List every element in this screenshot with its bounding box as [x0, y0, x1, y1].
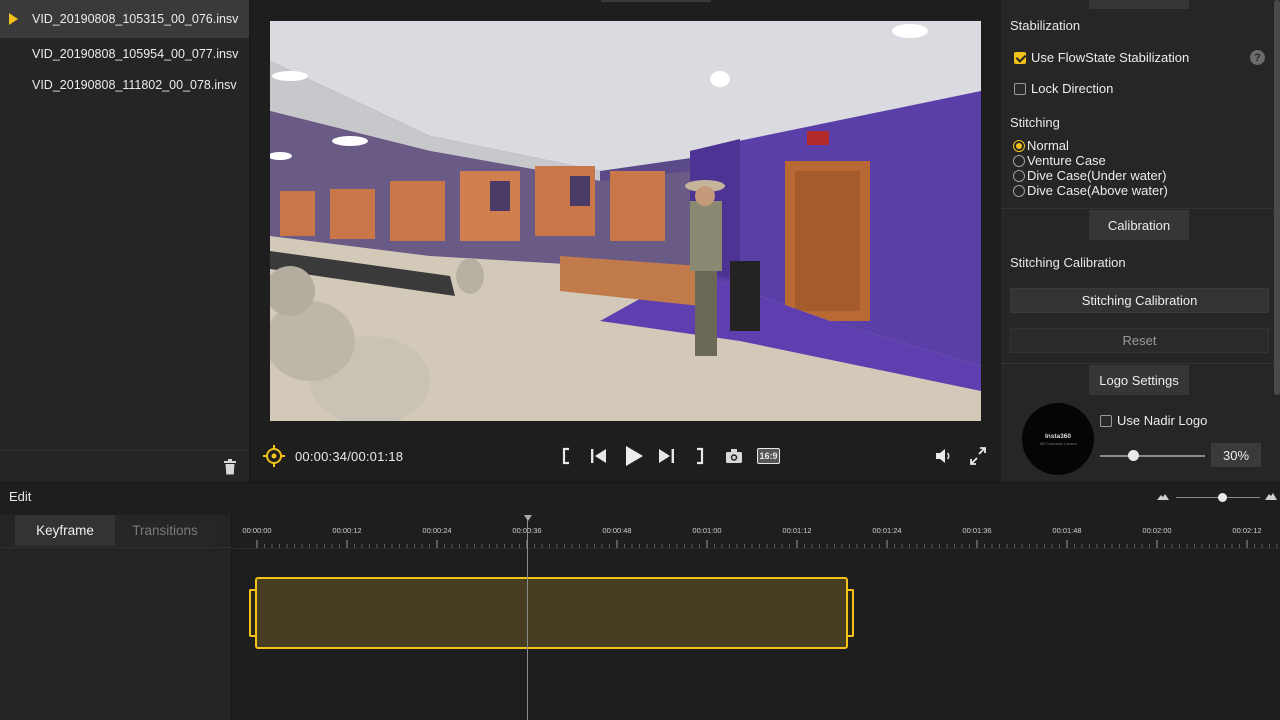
ruler-tick-label: 00:01:36 [962, 526, 992, 535]
lock-direction-checkbox-row[interactable]: Lock Direction [1014, 81, 1113, 96]
lock-direction-checkbox[interactable] [1014, 82, 1026, 95]
file-name: VID_20190808_105954_00_077.insv [32, 46, 239, 61]
stabilization-heading: Stabilization [1010, 18, 1081, 33]
lock-direction-label: Lock Direction [1031, 81, 1114, 96]
ruler-tick-label: 00:02:00 [1142, 526, 1172, 535]
keyframe-panel: Keyframe Transitions [0, 515, 232, 720]
playhead[interactable] [527, 515, 528, 720]
flowstate-checkbox-row[interactable]: Use FlowState Stabilization [1014, 50, 1189, 65]
reset-button[interactable]: Reset [1010, 328, 1269, 353]
stitching-option-label: Venture Case [1027, 153, 1106, 168]
edit-label: Edit [9, 489, 32, 504]
ruler-tick-label: 00:00:24 [422, 526, 452, 535]
zoom-in-icon[interactable] [1265, 493, 1277, 501]
calibration-section-tab[interactable]: Calibration [1089, 210, 1189, 240]
stitching-calibration-button[interactable]: Stitching Calibration [1010, 288, 1269, 313]
ruler-tick-label: 00:00:12 [332, 526, 362, 535]
timeline-zoom-handle[interactable] [1218, 493, 1227, 502]
help-icon[interactable]: ? [1250, 50, 1265, 65]
playhead-handle[interactable] [524, 515, 532, 521]
file-item[interactable]: VID_20190808_111802_00_078.insv [0, 69, 249, 100]
playing-indicator-icon [9, 13, 18, 25]
radio-button[interactable] [1013, 154, 1025, 167]
play-icon[interactable] [623, 444, 645, 468]
top-tab [601, 0, 711, 2]
radio-button[interactable] [1013, 139, 1025, 152]
settings-scrollbar[interactable] [1274, 0, 1280, 395]
edit-toolbar: Edit [0, 482, 1280, 515]
ruler-tick-label: 00:00:48 [602, 526, 632, 535]
mark-in-icon[interactable] [560, 446, 572, 466]
locate-icon[interactable] [263, 445, 285, 467]
ruler-tick-label: 00:01:48 [1052, 526, 1082, 535]
ruler-tick-label: 00:00:00 [242, 526, 272, 535]
file-name: VID_20190808_111802_00_078.insv [32, 77, 237, 92]
logo-size-slider-handle[interactable] [1128, 450, 1139, 461]
volume-icon[interactable] [935, 446, 953, 466]
stitching-option-label: Dive Case(Under water) [1027, 168, 1167, 183]
previous-icon[interactable] [589, 446, 609, 466]
logo-size-slider[interactable] [1100, 455, 1205, 457]
file-list-footer [0, 450, 249, 482]
tab-keyframe[interactable]: Keyframe [15, 515, 115, 546]
ruler-tick-label: 00:01:24 [872, 526, 902, 535]
nadir-logo-preview: Insta360 360 Panoramic Camera [1022, 403, 1094, 475]
aspect-ratio-button[interactable]: 16:9 [757, 448, 780, 464]
file-name: VID_20190808_105315_00_076.insv [32, 12, 239, 26]
ruler-tick-label: 00:01:00 [692, 526, 722, 535]
video-preview[interactable] [270, 21, 981, 421]
divider [1001, 208, 1274, 209]
fullscreen-icon[interactable] [969, 446, 987, 466]
logo-size-input[interactable]: 30% [1211, 443, 1261, 467]
video-clip[interactable] [255, 577, 848, 649]
trash-icon[interactable] [223, 459, 237, 475]
flowstate-label: Use FlowState Stabilization [1031, 50, 1190, 65]
stitching-option-dive-above[interactable]: Dive Case(Above water) [1013, 183, 1168, 198]
stitching-heading: Stitching [1010, 115, 1060, 130]
logo-brand-text: Insta360 [1044, 432, 1072, 440]
logo-sub-text: 360 Panoramic Camera [1039, 441, 1077, 446]
nadir-logo-label: Use Nadir Logo [1117, 413, 1208, 428]
timeline[interactable]: 00:00:0000:00:1200:00:2400:00:3600:00:48… [233, 515, 1280, 720]
ruler-tick-label: 00:02:12 [1232, 526, 1262, 535]
preview-panel: 00:00:34/00:01:18 16:9 [251, 0, 1000, 482]
next-icon[interactable] [656, 446, 676, 466]
clip-trim-right-handle[interactable] [848, 589, 854, 637]
nadir-logo-checkbox-row[interactable]: Use Nadir Logo [1100, 413, 1207, 428]
divider [233, 548, 1280, 549]
mark-out-icon[interactable] [694, 446, 706, 466]
logo-settings-section-tab[interactable]: Logo Settings [1089, 365, 1189, 395]
stitching-option-normal[interactable]: Normal [1013, 138, 1069, 153]
file-item[interactable]: VID_20190808_105954_00_077.insv [0, 38, 249, 69]
timecode: 00:00:34/00:01:18 [295, 449, 404, 464]
divider [0, 547, 232, 548]
snapshot-icon[interactable] [725, 446, 743, 466]
settings-tab[interactable] [1089, 0, 1189, 9]
nadir-logo-checkbox[interactable] [1100, 414, 1112, 427]
radio-button[interactable] [1013, 184, 1025, 197]
stitching-calibration-heading: Stitching Calibration [1010, 255, 1126, 270]
divider [1001, 363, 1274, 364]
settings-panel: Stabilization Use FlowState Stabilizatio… [1001, 0, 1280, 482]
stitching-option-label: Dive Case(Above water) [1027, 183, 1168, 198]
file-list-panel: VID_20190808_105315_00_076.insv VID_2019… [0, 0, 250, 482]
radio-button[interactable] [1013, 169, 1025, 182]
stitching-option-label: Normal [1027, 138, 1069, 153]
player-controls: 00:00:34/00:01:18 16:9 [251, 432, 1000, 480]
tab-transitions[interactable]: Transitions [115, 515, 215, 546]
file-item[interactable]: VID_20190808_105315_00_076.insv [0, 0, 249, 38]
timeline-ruler[interactable] [233, 540, 1280, 548]
ruler-tick-label: 00:01:12 [782, 526, 812, 535]
stitching-option-dive-under[interactable]: Dive Case(Under water) [1013, 168, 1166, 183]
stitching-option-venture-case[interactable]: Venture Case [1013, 153, 1106, 168]
flowstate-checkbox[interactable] [1014, 51, 1026, 64]
video-frame [270, 21, 981, 421]
zoom-out-icon[interactable] [1157, 493, 1169, 501]
